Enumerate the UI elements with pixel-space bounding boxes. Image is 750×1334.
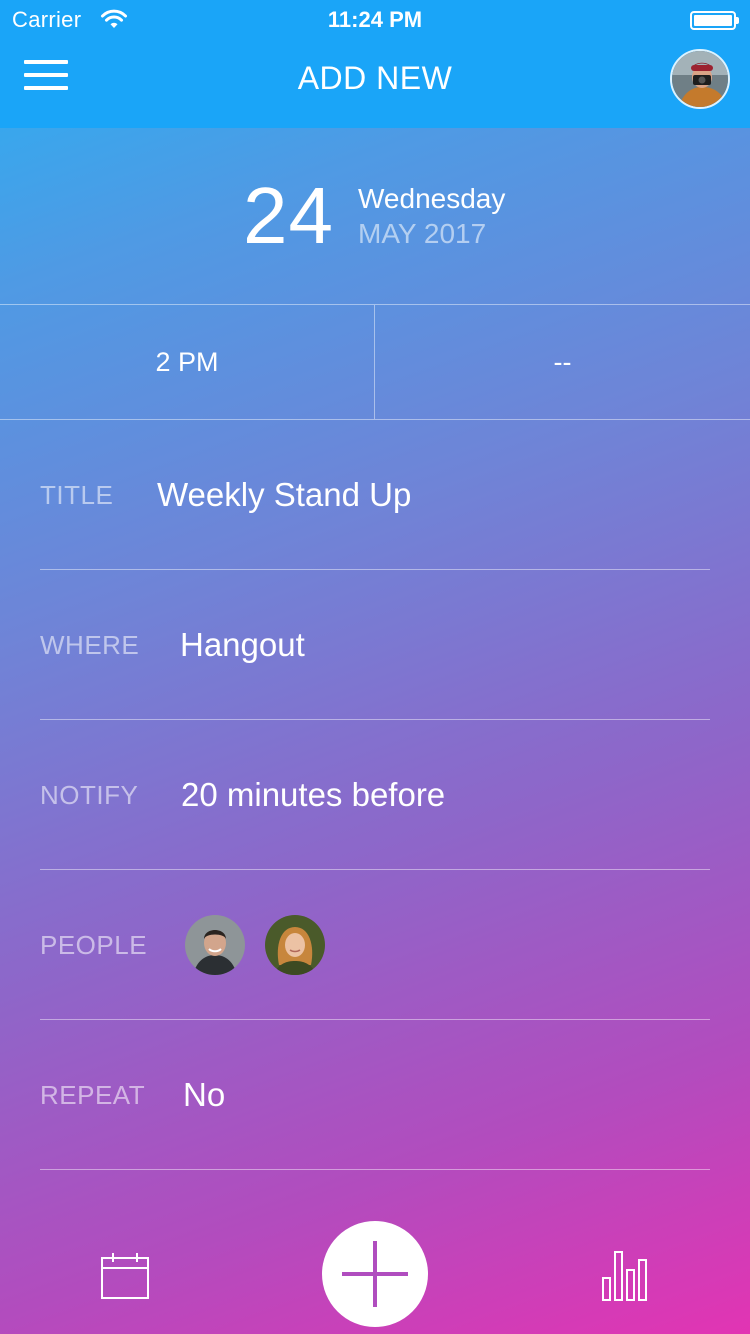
notify-row: NOTIFY 20 minutes before xyxy=(40,720,710,870)
person-avatar-woman[interactable] xyxy=(265,915,325,975)
where-row: WHERE Hangout xyxy=(40,570,710,720)
date-weekday: Wednesday xyxy=(358,183,506,214)
start-time[interactable]: 2 PM xyxy=(0,305,375,419)
date-day: 24 xyxy=(243,171,334,260)
repeat-label: REPEAT xyxy=(40,1080,146,1110)
battery-icon xyxy=(690,11,736,30)
title-label: TITLE xyxy=(40,480,114,510)
people-label: PEOPLE xyxy=(40,930,148,960)
top-bar: Carrier 11:24 PM ADD NEW xyxy=(0,0,750,128)
notify-label: NOTIFY xyxy=(40,780,139,810)
notify-field[interactable]: 20 minutes before xyxy=(181,720,445,870)
where-field[interactable]: Hangout xyxy=(180,570,305,720)
person-avatar-man-image xyxy=(185,915,245,975)
where-label: WHERE xyxy=(40,630,140,660)
people-row: PEOPLE xyxy=(40,870,710,1020)
repeat-field[interactable]: No xyxy=(183,1020,225,1170)
user-avatar-image xyxy=(672,51,728,107)
user-avatar[interactable] xyxy=(670,49,730,109)
title-row: TITLE Weekly Stand Up xyxy=(40,420,710,570)
repeat-row: REPEAT No xyxy=(40,1020,710,1170)
time-selector: 2 PM -- xyxy=(0,304,750,420)
date-header[interactable]: 24 Wednesday MAY 2017 xyxy=(0,128,750,304)
title-field[interactable]: Weekly Stand Up xyxy=(157,420,411,570)
end-time[interactable]: -- xyxy=(375,305,750,419)
add-button[interactable] xyxy=(322,1221,428,1327)
person-avatar-man[interactable] xyxy=(185,915,245,975)
person-avatar-woman-image xyxy=(265,915,325,975)
add-new-screen: Carrier 11:24 PM ADD NEW 24 Wednesday MA… xyxy=(0,0,750,1334)
status-bar: Carrier 11:24 PM xyxy=(0,0,750,40)
battery-tip xyxy=(736,17,739,24)
page-title: ADD NEW xyxy=(297,60,453,96)
status-time: 11:24 PM xyxy=(327,7,423,32)
calendar-icon[interactable] xyxy=(100,1252,150,1300)
bar-chart-icon[interactable] xyxy=(600,1250,650,1302)
date-month-year: MAY 2017 xyxy=(358,218,487,249)
plus-icon-vertical xyxy=(373,1241,377,1307)
